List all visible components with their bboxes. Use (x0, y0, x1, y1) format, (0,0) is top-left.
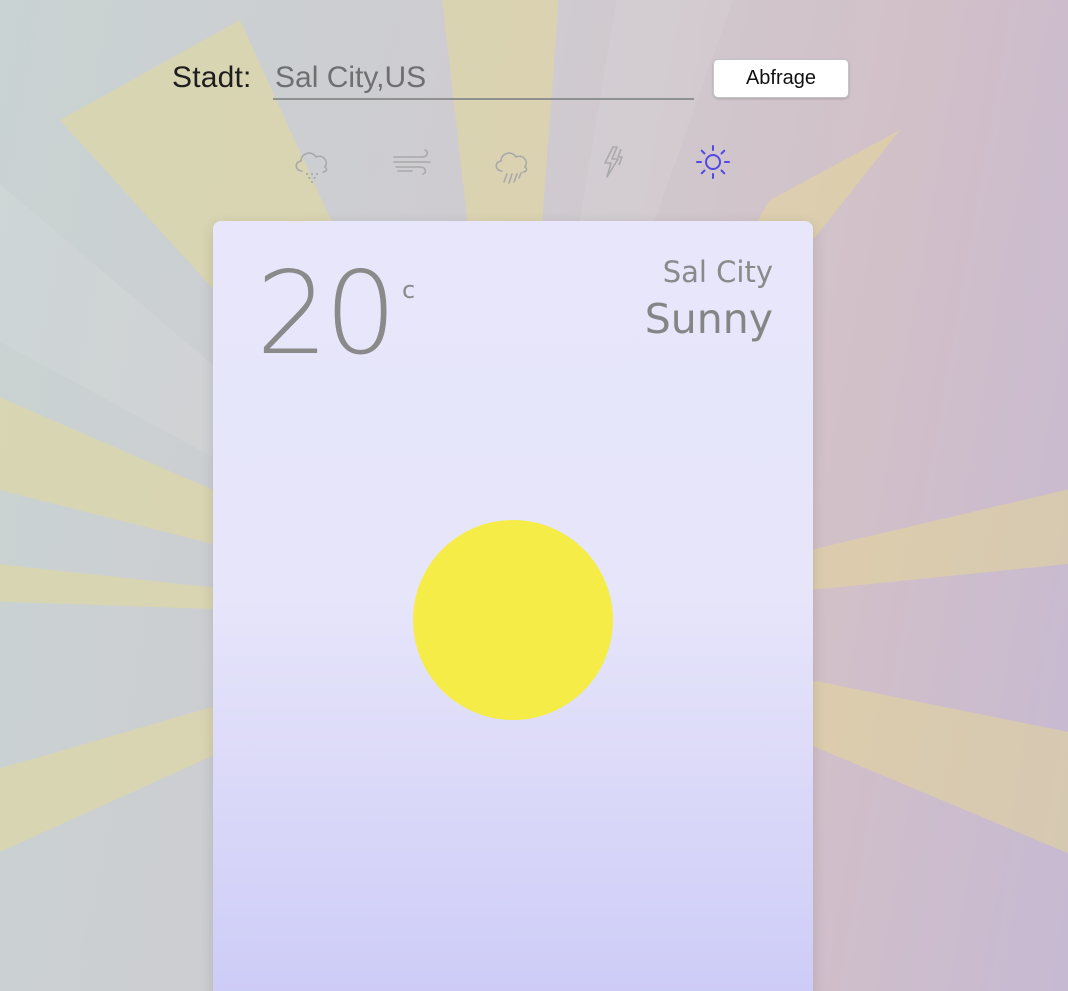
lightning-icon[interactable] (588, 141, 636, 185)
search-bar: Stadt: Abfrage (172, 56, 852, 106)
city-input[interactable] (273, 58, 694, 100)
temperature-unit: c (402, 276, 416, 304)
sun-icon[interactable] (688, 141, 736, 185)
snow-cloud-icon[interactable] (288, 141, 336, 185)
wind-icon[interactable] (388, 141, 436, 185)
weather-condition: Sunny (644, 295, 773, 343)
temperature-value: 20 (256, 247, 397, 380)
rain-cloud-icon[interactable] (488, 141, 536, 185)
sun-illustration (413, 520, 613, 720)
weather-card: 20 c Sal City Sunny (213, 221, 813, 991)
city-name: Sal City (662, 255, 773, 289)
city-label: Stadt: (172, 61, 252, 94)
query-button[interactable]: Abfrage (713, 59, 849, 98)
